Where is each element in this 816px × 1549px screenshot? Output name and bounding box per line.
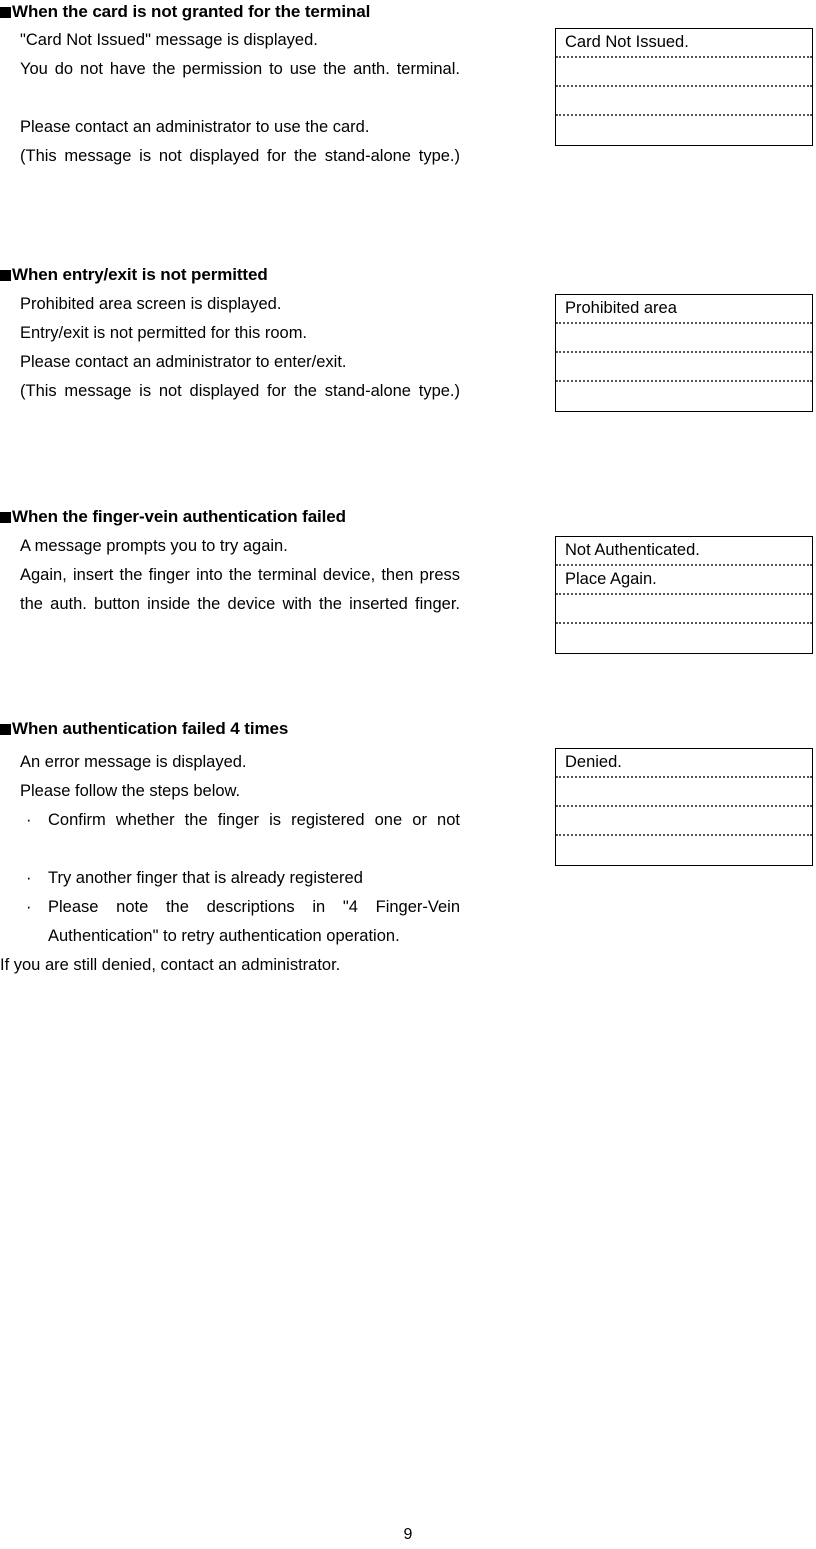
list-item-text: Please note the descriptions in "4 Finge… [48, 898, 460, 945]
list-item-text: Confirm whether the finger is registered… [48, 811, 460, 829]
screen-row [556, 324, 812, 353]
middot-bullet-icon: · [26, 869, 32, 887]
section-2-line-1: Prohibited area screen is displayed. [20, 295, 282, 313]
section-1-line-3: Please contact an administrator to use t… [20, 118, 370, 136]
screen-row: Card Not Issued. [556, 29, 812, 58]
section-1-heading-text: When the card is not granted for the ter… [12, 2, 371, 21]
section-4-heading: When authentication failed 4 times [0, 718, 288, 739]
screen-row: Prohibited area [556, 295, 812, 324]
screen-row [556, 595, 812, 624]
list-item-text: Try another finger that is already regis… [48, 869, 363, 887]
terminal-screen-prohibited-area: Prohibited area [555, 294, 813, 412]
section-1-line-2: You do not have the permission to use th… [20, 60, 460, 78]
section-2-heading: When entry/exit is not permitted [0, 264, 268, 285]
list-item: · Try another finger that is already regi… [20, 864, 460, 893]
screen-row: Place Again. [556, 566, 812, 595]
section-2-line-4: (This message is not displayed for the s… [20, 382, 460, 400]
section-3-line-2: Again, insert the finger into the termin… [20, 566, 460, 613]
section-3-heading-text: When the finger-vein authentication fail… [12, 507, 346, 526]
list-item: · Please note the descriptions in "4 Fing… [20, 893, 460, 951]
terminal-screen-card-not-issued: Card Not Issued. [555, 28, 813, 146]
troubleshooting-step-list: · Confirm whether the finger is registere… [20, 806, 460, 951]
section-3-heading: When the finger-vein authentication fail… [0, 506, 346, 527]
screen-row [556, 382, 812, 411]
document-page: When the card is not granted for the ter… [0, 0, 816, 1549]
section-3-line-1: A message prompts you to try again. [20, 537, 288, 555]
page-number: 9 [403, 1526, 413, 1543]
screen-row [556, 58, 812, 87]
section-4-line-1: An error message is displayed. [20, 753, 247, 771]
screen-row: Denied. [556, 749, 812, 778]
screen-row [556, 116, 812, 145]
screen-row [556, 778, 812, 807]
section-1-heading: When the card is not granted for the ter… [0, 1, 370, 22]
section-4-line-2: Please follow the steps below. [20, 782, 241, 800]
section-1-body: "Card Not Issued" message is displayed. … [20, 26, 460, 200]
terminal-screen-denied: Denied. [555, 748, 813, 866]
screen-row [556, 624, 812, 653]
middot-bullet-icon: · [26, 898, 32, 916]
screen-row [556, 836, 812, 865]
terminal-screen-not-authenticated: Not Authenticated. Place Again. [555, 536, 813, 654]
screen-row: Not Authenticated. [556, 537, 812, 566]
section-4-closing-line: If you are still denied, contact an admi… [0, 956, 341, 974]
square-bullet-icon [0, 7, 11, 18]
square-bullet-icon [0, 512, 11, 523]
section-3-body: A message prompts you to try again. Agai… [20, 532, 460, 648]
section-2-body: Prohibited area screen is displayed. Ent… [20, 290, 460, 435]
screen-row [556, 353, 812, 382]
section-4-heading-text: When authentication failed 4 times [12, 719, 289, 738]
section-1-line-4: (This message is not displayed for the s… [20, 147, 460, 165]
section-2-line-2: Entry/exit is not permitted for this roo… [20, 324, 308, 342]
screen-row [556, 87, 812, 116]
screen-row [556, 807, 812, 836]
section-1-line-1: "Card Not Issued" message is displayed. [20, 31, 318, 49]
middot-bullet-icon: · [26, 811, 32, 829]
section-2-heading-text: When entry/exit is not permitted [12, 265, 268, 284]
section-2-line-3: Please contact an administrator to enter… [20, 353, 347, 371]
section-4-body: An error message is displayed. Please fo… [0, 748, 460, 980]
list-item: · Confirm whether the finger is registere… [20, 806, 460, 864]
square-bullet-icon [0, 724, 11, 735]
square-bullet-icon [0, 270, 11, 281]
